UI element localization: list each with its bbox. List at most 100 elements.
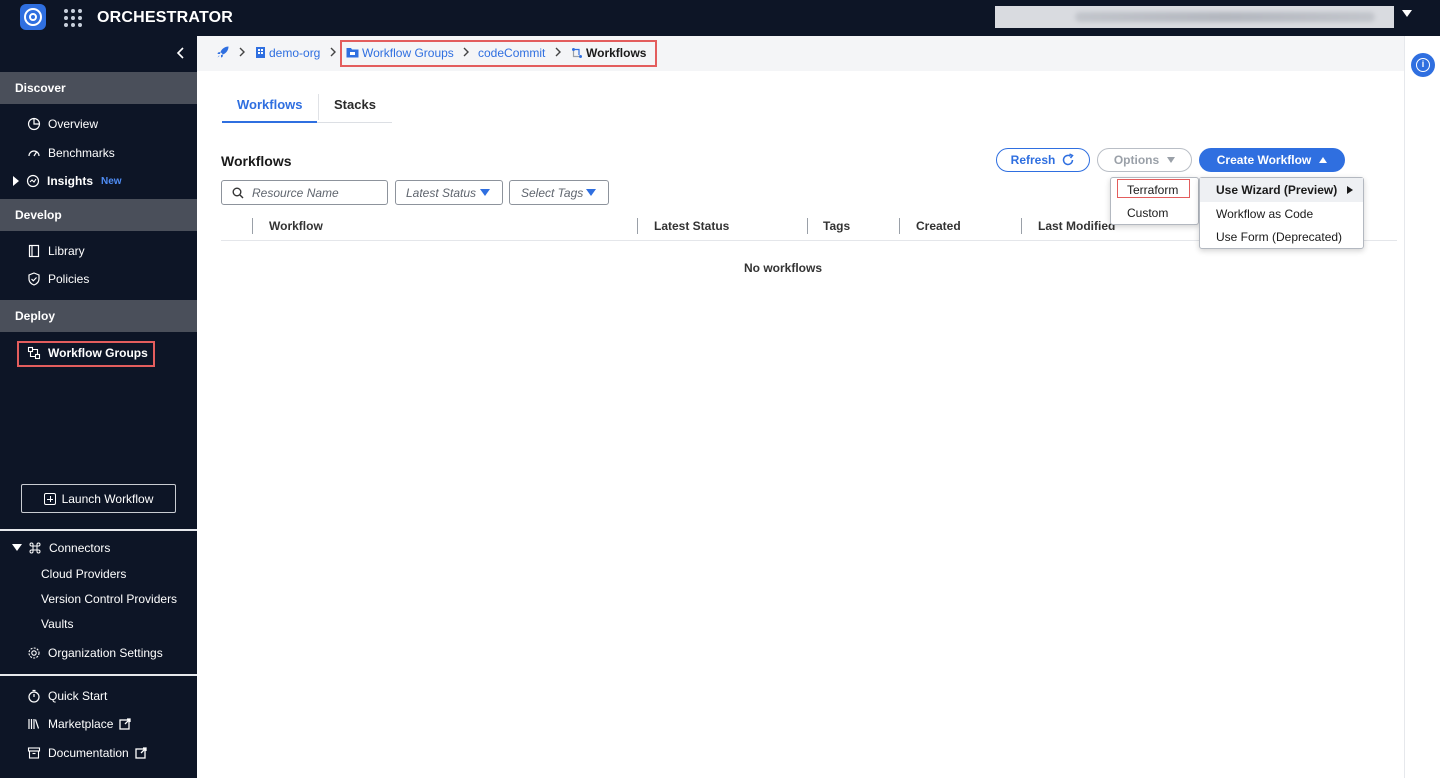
column-header-tags[interactable]: Tags — [823, 219, 850, 233]
sidebar-item-overview[interactable]: Overview — [0, 112, 197, 136]
sidebar-item-label: Organization Settings — [48, 646, 163, 660]
books-icon — [27, 717, 41, 731]
app-logo-icon[interactable] — [20, 4, 46, 30]
account-name-redacted — [1075, 12, 1375, 22]
column-header-workflow[interactable]: Workflow — [269, 219, 323, 233]
gear-icon — [27, 646, 41, 660]
search-icon — [232, 187, 244, 198]
menu-item-custom[interactable]: Custom — [1111, 201, 1198, 225]
sidebar-item-label: Connectors — [49, 541, 111, 555]
expand-caret-icon[interactable] — [12, 176, 20, 186]
sidebar-item-insights[interactable]: Insights New — [0, 169, 197, 193]
sidebar-item-label: Quick Start — [48, 689, 108, 703]
stopwatch-icon — [27, 689, 41, 703]
chevron-right-icon — [330, 47, 336, 57]
app-grid-icon[interactable] — [64, 9, 82, 27]
column-divider — [1021, 218, 1022, 234]
dropdown-caret-icon — [586, 189, 596, 196]
sidebar-item-policies[interactable]: Policies — [0, 267, 197, 291]
menu-item-label: Use Wizard (Preview) — [1216, 183, 1338, 197]
launch-workflow-button[interactable]: Launch Workflow — [21, 484, 176, 513]
section-develop: Develop — [0, 199, 197, 231]
sidebar-item-label: Documentation — [48, 746, 129, 760]
sidebar-item-organization-settings[interactable]: Organization Settings — [0, 641, 197, 665]
sidebar-item-label: Marketplace — [48, 717, 114, 731]
info-icon[interactable]: i — [1411, 53, 1435, 77]
external-link-icon — [135, 747, 147, 759]
section-discover: Discover — [0, 72, 197, 104]
library-icon — [27, 244, 41, 258]
sidebar-item-label: Library — [48, 244, 85, 258]
create-workflow-label: Create Workflow — [1216, 153, 1312, 167]
column-header-latest-status[interactable]: Latest Status — [654, 219, 729, 233]
search-placeholder: Resource Name — [252, 185, 339, 200]
collapse-sidebar-icon[interactable] — [174, 46, 188, 60]
empty-state-message: No workflows — [744, 261, 823, 275]
menu-item-use-form[interactable]: Use Form (Deprecated) — [1200, 225, 1363, 249]
external-link-icon — [119, 718, 132, 730]
rocket-icon[interactable] — [216, 45, 230, 59]
select-tags-filter-label: Select Tags — [521, 185, 584, 200]
menu-item-workflow-as-code[interactable]: Workflow as Code — [1200, 202, 1363, 226]
account-caret-down-icon[interactable] — [1402, 10, 1412, 17]
gauge-icon — [27, 146, 41, 160]
column-divider — [807, 218, 808, 234]
right-rail — [1404, 36, 1440, 778]
breadcrumb-org[interactable]: demo-org — [269, 46, 320, 60]
sidebar-item-label: Insights — [47, 174, 94, 188]
column-divider — [252, 218, 253, 234]
highlight-terraform — [1117, 179, 1190, 198]
tab-stacks[interactable]: Stacks — [334, 97, 376, 112]
highlight-breadcrumb — [340, 40, 657, 67]
options-label: Options — [1113, 153, 1160, 167]
refresh-button[interactable]: Refresh — [996, 148, 1090, 172]
refresh-icon — [1063, 153, 1075, 166]
section-deploy: Deploy — [0, 300, 197, 332]
create-workflow-menu: Use Wizard (Preview) Workflow as Code Us… — [1199, 177, 1364, 249]
caret-down-icon — [1167, 157, 1176, 163]
latest-status-filter[interactable]: Latest Status — [395, 180, 503, 205]
search-input[interactable]: Resource Name — [221, 180, 388, 205]
app-title: ORCHESTRATOR — [97, 9, 234, 26]
sidebar-item-label: Benchmarks — [48, 146, 115, 160]
sidebar-item-documentation[interactable]: Documentation — [0, 741, 197, 765]
menu-item-use-wizard[interactable]: Use Wizard (Preview) — [1200, 178, 1363, 202]
latest-status-filter-label: Latest Status — [406, 185, 477, 200]
tab-divider — [318, 94, 319, 120]
tab-active-indicator — [222, 121, 317, 123]
tab-baseline — [317, 122, 392, 123]
top-bar: ORCHESTRATOR — [0, 0, 1440, 36]
sidebar-item-marketplace[interactable]: Marketplace — [0, 712, 197, 736]
building-icon — [256, 47, 265, 58]
sidebar-item-vaults[interactable]: Vaults — [41, 617, 73, 631]
select-tags-filter[interactable]: Select Tags — [509, 180, 609, 205]
tab-workflows[interactable]: Workflows — [237, 97, 303, 112]
sidebar-divider — [0, 674, 197, 676]
sidebar-item-label: Policies — [48, 272, 90, 286]
create-workflow-button[interactable]: Create Workflow — [1199, 148, 1345, 172]
chevron-right-icon — [239, 47, 245, 57]
sidebar-item-connectors[interactable]: Connectors — [0, 536, 197, 560]
dropdown-caret-icon — [480, 189, 490, 196]
pie-chart-icon — [27, 117, 41, 131]
column-header-created[interactable]: Created — [916, 219, 961, 233]
command-icon — [28, 541, 42, 555]
sidebar-item-label: Overview — [48, 117, 99, 131]
sidebar-item-library[interactable]: Library — [0, 239, 197, 263]
archive-icon — [27, 746, 41, 760]
account-selector[interactable] — [995, 6, 1394, 28]
column-header-last-modified[interactable]: Last Modified — [1038, 219, 1115, 233]
caret-up-icon — [1319, 157, 1328, 163]
refresh-label: Refresh — [1010, 153, 1056, 167]
sidebar-item-benchmarks[interactable]: Benchmarks — [0, 141, 197, 165]
sidebar-item-cloud-providers[interactable]: Cloud Providers — [41, 567, 126, 581]
column-divider — [637, 218, 638, 234]
sidebar-item-version-control-providers[interactable]: Version Control Providers — [41, 592, 177, 606]
page-title: Workflows — [221, 153, 292, 169]
highlight-workflow-groups — [17, 341, 155, 367]
collapse-caret-icon[interactable] — [12, 544, 22, 552]
sidebar-item-quick-start[interactable]: Quick Start — [0, 684, 197, 708]
options-button[interactable]: Options — [1097, 148, 1192, 172]
submenu-arrow-icon — [1347, 186, 1353, 194]
column-divider — [899, 218, 900, 234]
